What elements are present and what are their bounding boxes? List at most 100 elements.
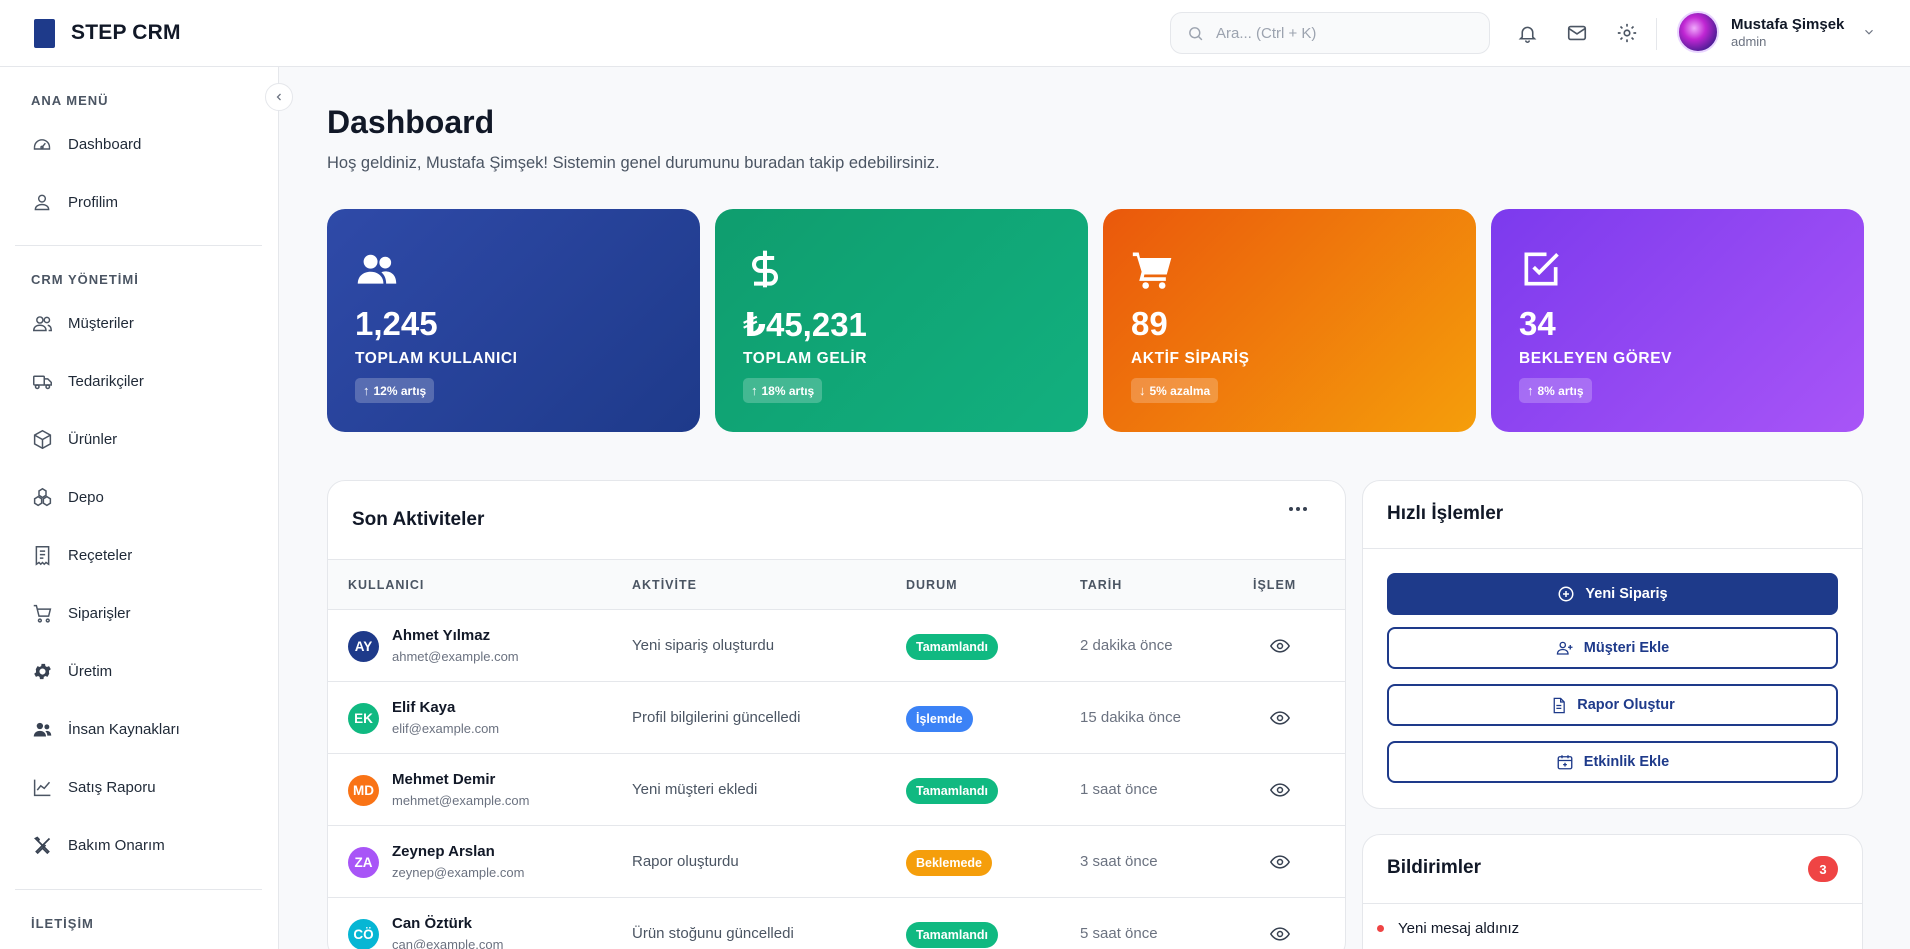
people-icon [31,718,53,740]
gear-icon [31,660,53,682]
gear-icon[interactable] [1615,21,1639,45]
table-row: EK Elif Kaya elif@example.com Profil bil… [328,682,1345,754]
user-icon [31,191,53,213]
sidebar-item-label: Tedarikçiler [68,372,144,390]
panel-divider [1363,548,1862,549]
user-name: Mehmet Demir [392,771,496,788]
chevron-down-icon[interactable] [1862,25,1876,39]
sidebar-item-orders[interactable]: Siparişler [31,598,131,628]
activities-title: Son Aktiviteler [352,509,485,530]
sidebar-item-label: Profilim [68,193,119,211]
stat-value: ₺45,231 [743,306,867,343]
panel-divider [1363,903,1862,904]
user-menu[interactable]: Mustafa Şimşek admin [1677,11,1876,53]
column-header: AKTİVİTE [632,578,697,592]
arrow-up-icon: ↑ [363,383,370,398]
table-row: ZA Zeynep Arslan zeynep@example.com Rapo… [328,826,1345,898]
sidebar: ANA MENÜ Dashboard Profilim CRM YÖNETİMİ… [0,67,279,949]
sidebar-divider [15,889,262,890]
calendar-plus-icon [1556,753,1574,771]
add-event-button[interactable]: Etkinlik Ekle [1387,741,1838,783]
activity-text: Profil bilgilerini güncelledi [632,709,801,726]
user-role: admin [1731,33,1767,49]
brand-name: STEP CRM [71,21,181,44]
sidebar-item-label: Siparişler [68,604,131,622]
stat-card-tasks: 34 BEKLEYEN GÖREV ↑ 8% artış [1491,209,1864,432]
sidebar-item-sales-report[interactable]: Satış Raporu [31,772,156,802]
status-badge: Beklemede [906,850,993,876]
chart-line-icon [31,776,53,798]
search-box[interactable] [1170,12,1490,54]
user-email: can@example.com [392,937,504,949]
table-row: MD Mehmet Demir mehmet@example.com Yeni … [328,754,1345,826]
sidebar-section-title: CRM YÖNETİMİ [31,272,139,287]
user-name: Elif Kaya [392,699,456,716]
stat-badge: ↓ 5% azalma [1131,378,1219,403]
eye-icon[interactable] [1270,708,1290,728]
sidebar-item-label: Ürünler [68,430,118,448]
create-report-button[interactable]: Rapor Oluştur [1387,684,1838,726]
sidebar-item-maintenance[interactable]: Bakım Onarım [31,830,165,860]
sidebar-item-production[interactable]: Üretim [31,656,112,686]
add-customer-button[interactable]: Müşteri Ekle [1387,627,1838,669]
dollar-icon [743,247,787,291]
more-icon[interactable] [1289,507,1307,511]
sidebar-item-label: Satış Raporu [68,778,156,796]
sidebar-section-title: ANA MENÜ [31,93,109,108]
activity-text: Yeni sipariş oluşturdu [632,637,775,654]
status-badge: Tamamlandı [906,922,999,948]
file-icon [1550,697,1567,714]
sidebar-divider [15,245,262,246]
sidebar-item-dashboard[interactable]: Dashboard [31,129,141,159]
status-badge: İşlemde [906,706,973,732]
arrow-down-icon: ↓ [1139,383,1146,398]
sidebar-item-warehouse[interactable]: Depo [31,482,104,512]
bell-icon[interactable] [1515,21,1539,45]
user-name: Mustafa Şimşek [1731,15,1845,33]
notification-item[interactable]: Yeni mesaj aldınız [1377,920,1519,937]
activity-date: 1 saat önce [1080,781,1158,798]
eye-icon[interactable] [1270,852,1290,872]
sidebar-item-label: Bakım Onarım [68,836,165,854]
sidebar-item-profile[interactable]: Profilim [31,187,118,217]
table-row: CÖ Can Öztürk can@example.com Ürün stoğu… [328,898,1345,949]
sidebar-item-suppliers[interactable]: Tedarikçiler [31,366,144,396]
activity-text: Rapor oluşturdu [632,853,739,870]
page-subtitle: Hoş geldiniz, Mustafa Şimşek! Sistemin g… [327,154,940,172]
new-order-button[interactable]: Yeni Sipariş [1387,573,1838,615]
gauge-icon [31,133,53,155]
sidebar-item-label: Depo [68,488,104,506]
user-email: ahmet@example.com [392,649,519,664]
sidebar-collapse-button[interactable] [265,83,293,111]
notification-count-badge: 3 [1808,856,1838,882]
truck-icon [31,370,53,392]
eye-icon[interactable] [1270,780,1290,800]
stat-label: TOPLAM GELİR [743,350,868,367]
unread-dot-icon [1377,925,1384,932]
sidebar-item-hr[interactable]: İnsan Kaynakları [31,714,180,744]
status-badge: Tamamlandı [906,778,999,804]
sidebar-item-products[interactable]: Ürünler [31,424,117,454]
stat-label: TOPLAM KULLANICI [355,350,518,367]
users-icon [31,312,53,334]
activity-date: 5 saat önce [1080,925,1158,942]
notifications-panel: Bildirimler 3 Yeni mesaj aldınız [1362,834,1863,949]
stat-card-revenue: ₺45,231 TOPLAM GELİR ↑ 18% artış [715,209,1088,432]
activities-panel: Son Aktiviteler KULLANICI AKTİVİTE DURUM… [327,480,1346,949]
search-input[interactable] [1216,24,1466,42]
sidebar-item-label: Üretim [68,662,113,680]
tools-icon [31,834,53,856]
user-name: Zeynep Arslan [392,843,495,860]
mail-icon[interactable] [1565,21,1589,45]
eye-icon[interactable] [1270,636,1290,656]
user-plus-icon [1556,639,1574,657]
eye-icon[interactable] [1270,924,1290,944]
user-name: Can Öztürk [392,915,473,932]
cart-icon [1131,247,1175,291]
sidebar-item-recipes[interactable]: Reçeteler [31,540,132,570]
sidebar-item-customers[interactable]: Müşteriler [31,308,134,338]
boxes-icon [31,486,53,508]
brand[interactable]: STEP CRM [34,18,181,48]
column-header: KULLANICI [348,578,425,592]
stat-badge: ↑ 12% artış [355,378,435,403]
